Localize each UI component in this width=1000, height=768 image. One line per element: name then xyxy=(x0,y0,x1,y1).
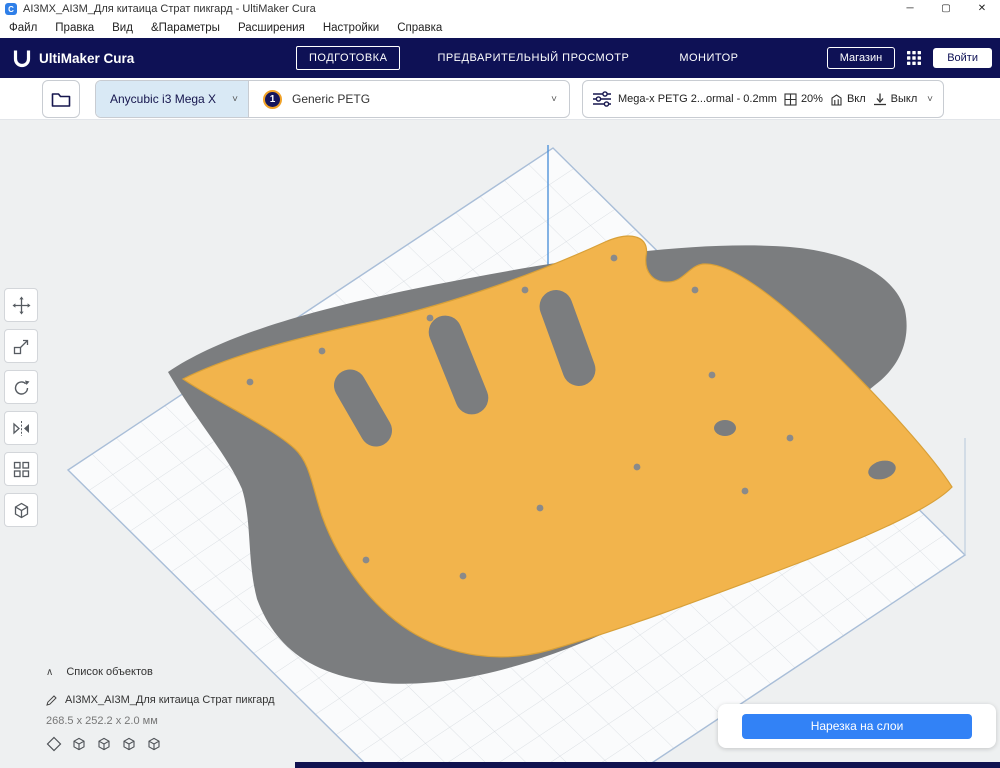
support-setting: Вкл xyxy=(830,93,866,106)
machine-material-selector: Anycubic i3 Mega X ˅ 1 Generic PETG ˅ xyxy=(95,80,570,118)
material-selector[interactable]: 1 Generic PETG ˅ xyxy=(249,81,569,117)
object-list-toggle[interactable]: ∧ Список объектов xyxy=(46,666,275,678)
infill-value: 20% xyxy=(800,93,823,105)
scale-icon xyxy=(12,337,31,356)
support-value: Вкл xyxy=(846,93,866,105)
diamond-icon[interactable] xyxy=(46,736,62,752)
menu-item-extensions[interactable]: Расширения xyxy=(229,22,314,34)
slice-button[interactable]: Нарезка на слои xyxy=(742,713,972,739)
object-list-panel: ∧ Список объектов AI3MX_AI3M_Для китаица… xyxy=(46,666,275,752)
adhesion-value: Выкл xyxy=(890,93,918,105)
menu-item-parameters[interactable]: &Параметры xyxy=(142,22,229,34)
slice-panel: Нарезка на слои xyxy=(718,704,996,748)
tab-preview[interactable]: ПРЕДВАРИТЕЛЬНЫЙ ПРОСМОТР xyxy=(424,46,642,70)
main-header: UltiMaker Cura ПОДГОТОВКА ПРЕДВАРИТЕЛЬНЫ… xyxy=(0,38,1000,78)
chevron-down-icon: ˅ xyxy=(232,93,238,105)
menubar: Файл Правка Вид &Параметры Расширения На… xyxy=(0,18,1000,38)
object-name: AI3MX_AI3M_Для китаица Страт пикгард xyxy=(65,694,275,706)
window-controls: ─ ▢ ✕ xyxy=(892,0,1000,18)
menu-item-settings[interactable]: Настройки xyxy=(314,22,388,34)
cura-window: C AI3MX_AI3M_Для китаица Страт пикгард -… xyxy=(0,0,1000,768)
minimize-button[interactable]: ─ xyxy=(892,0,928,18)
edit-icon xyxy=(46,694,57,706)
object-tools-row xyxy=(46,736,275,752)
profile-label: Mega-x PETG 2...ormal - 0.2mm xyxy=(618,93,777,105)
mirror-tool-button[interactable] xyxy=(4,411,38,445)
infill-setting: 20% xyxy=(784,92,823,106)
menu-item-help[interactable]: Справка xyxy=(388,22,451,34)
stage-tabs: ПОДГОТОВКА ПРЕДВАРИТЕЛЬНЫЙ ПРОСМОТР МОНИ… xyxy=(296,46,752,70)
maximize-button[interactable]: ▢ xyxy=(928,0,964,18)
infill-icon xyxy=(784,92,797,106)
tab-monitor[interactable]: МОНИТОР xyxy=(666,46,751,70)
viewport[interactable]: ∧ Список объектов AI3MX_AI3M_Для китаица… xyxy=(0,120,1000,768)
cube-icon[interactable] xyxy=(121,736,137,752)
ultimaker-logo-icon xyxy=(12,48,32,68)
printer-name: Anycubic i3 Mega X xyxy=(110,92,217,106)
menu-item-view[interactable]: Вид xyxy=(103,22,142,34)
apps-grid-icon[interactable] xyxy=(907,51,922,65)
collapse-chevron-icon: ∧ xyxy=(46,666,54,678)
per-model-settings-button[interactable] xyxy=(4,452,38,486)
chevron-down-icon: ˅ xyxy=(551,93,557,105)
cube-icon[interactable] xyxy=(96,736,112,752)
per-model-settings-icon xyxy=(12,460,31,479)
open-file-button[interactable] xyxy=(42,80,80,118)
cura-app-icon: C xyxy=(5,3,17,15)
chevron-down-icon: ˅ xyxy=(927,93,933,105)
marketplace-button[interactable]: Магазин xyxy=(826,47,896,69)
taskbar-strip xyxy=(295,762,1000,768)
move-tool-button[interactable] xyxy=(4,288,38,322)
support-icon xyxy=(830,93,843,106)
close-button[interactable]: ✕ xyxy=(964,0,1000,18)
sign-in-button[interactable]: Войти xyxy=(933,48,992,68)
object-list-title: Список объектов xyxy=(66,666,153,678)
cube-icon[interactable] xyxy=(146,736,162,752)
configuration-toolbar: Anycubic i3 Mega X ˅ 1 Generic PETG ˅ Me… xyxy=(0,78,1000,120)
tool-column xyxy=(4,288,38,534)
adhesion-icon xyxy=(873,92,887,106)
mirror-icon xyxy=(12,419,31,438)
rotate-icon xyxy=(12,378,31,397)
tab-prepare[interactable]: ПОДГОТОВКА xyxy=(296,46,401,70)
printer-selector[interactable]: Anycubic i3 Mega X ˅ xyxy=(96,81,249,117)
adhesion-setting: Выкл xyxy=(873,92,918,106)
folder-icon xyxy=(51,91,71,108)
support-blocker-button[interactable] xyxy=(4,493,38,527)
sliders-icon xyxy=(593,91,611,107)
support-blocker-icon xyxy=(12,501,31,520)
rotate-tool-button[interactable] xyxy=(4,370,38,404)
material-name: Generic PETG xyxy=(292,92,371,106)
window-titlebar: C AI3MX_AI3M_Для китаица Страт пикгард -… xyxy=(0,0,1000,18)
window-title: AI3MX_AI3M_Для китаица Страт пикгард - U… xyxy=(23,3,316,15)
print-settings-selector[interactable]: Mega-x PETG 2...ormal - 0.2mm 20% Вкл Вы… xyxy=(582,80,944,118)
header-actions: Магазин Войти xyxy=(826,47,992,69)
object-dimensions: 268.5 x 252.2 x 2.0 мм xyxy=(46,715,158,727)
menu-item-edit[interactable]: Правка xyxy=(46,22,103,34)
object-row[interactable]: AI3MX_AI3M_Для китаица Страт пикгард xyxy=(46,694,275,706)
menu-item-file[interactable]: Файл xyxy=(0,22,46,34)
scale-tool-button[interactable] xyxy=(4,329,38,363)
brand: UltiMaker Cura xyxy=(12,48,134,68)
brand-title: UltiMaker Cura xyxy=(39,50,135,66)
move-icon xyxy=(12,296,31,315)
cube-icon[interactable] xyxy=(71,736,87,752)
extruder-badge: 1 xyxy=(263,89,282,109)
